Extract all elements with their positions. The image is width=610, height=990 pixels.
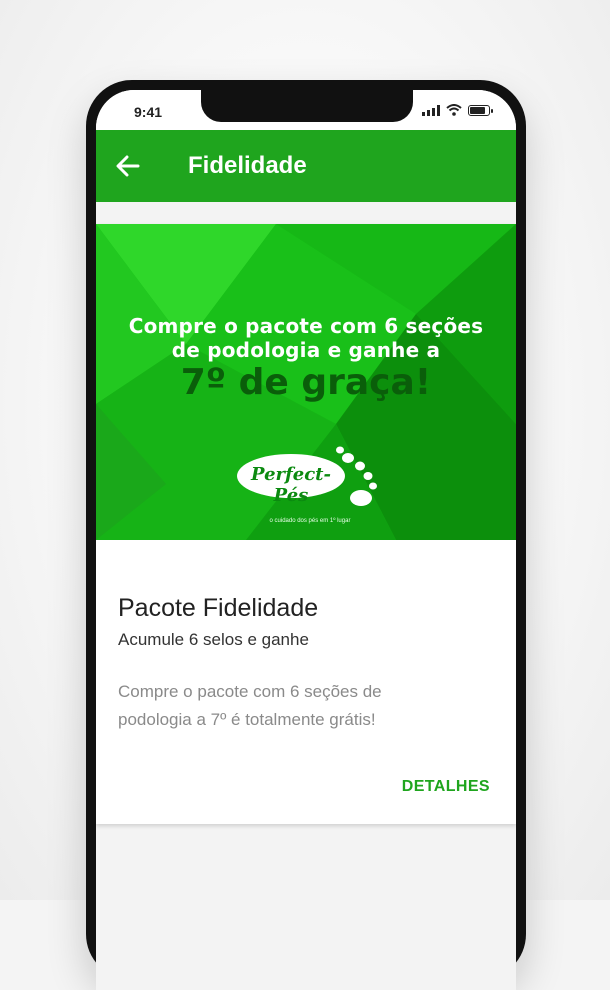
logo-tagline: o cuidado dos pés em 1º lugar bbox=[269, 518, 351, 524]
status-time: 9:41 bbox=[134, 104, 163, 120]
status-icons bbox=[422, 104, 493, 116]
page-title: Fidelidade bbox=[188, 152, 307, 179]
banner-line-1: Compre o pacote com 6 seções bbox=[128, 314, 484, 338]
banner-line-2: de podologia e ganhe a bbox=[171, 338, 441, 362]
loyalty-card[interactable]: Compre o pacote com 6 seções de podologi… bbox=[96, 224, 516, 824]
card-title: Pacote Fidelidade bbox=[118, 594, 319, 622]
logo-text: Perfect-Pés bbox=[251, 464, 331, 506]
card-subtitle: Acumule 6 selos e ganhe bbox=[118, 630, 309, 649]
banner-headline: Compre o pacote com 6 seções de podologi… bbox=[96, 314, 516, 362]
wifi-icon bbox=[446, 104, 462, 116]
phone-notch bbox=[201, 90, 413, 122]
signal-icon bbox=[422, 104, 440, 116]
arrow-left-icon[interactable] bbox=[114, 152, 142, 180]
promo-banner: Compre o pacote com 6 seções de podologi… bbox=[96, 224, 516, 540]
content-area: Compre o pacote com 6 seções de podologi… bbox=[96, 202, 516, 990]
banner-offer: 7º de graça! bbox=[180, 362, 432, 403]
phone-screen: 9:41 Fidelidade Compre o pacote com 6 se… bbox=[96, 90, 516, 990]
phone-frame: 9:41 Fidelidade Compre o pacote com 6 se… bbox=[86, 80, 526, 990]
details-button[interactable]: DETALHES bbox=[402, 778, 490, 796]
card-description: Compre o pacote com 6 seções de podologi… bbox=[118, 682, 382, 729]
battery-icon bbox=[468, 104, 493, 116]
app-bar: Fidelidade bbox=[96, 130, 516, 202]
perfect-pes-logo: Perfect-Pés o cuidado dos pés em 1º luga… bbox=[236, 446, 386, 530]
